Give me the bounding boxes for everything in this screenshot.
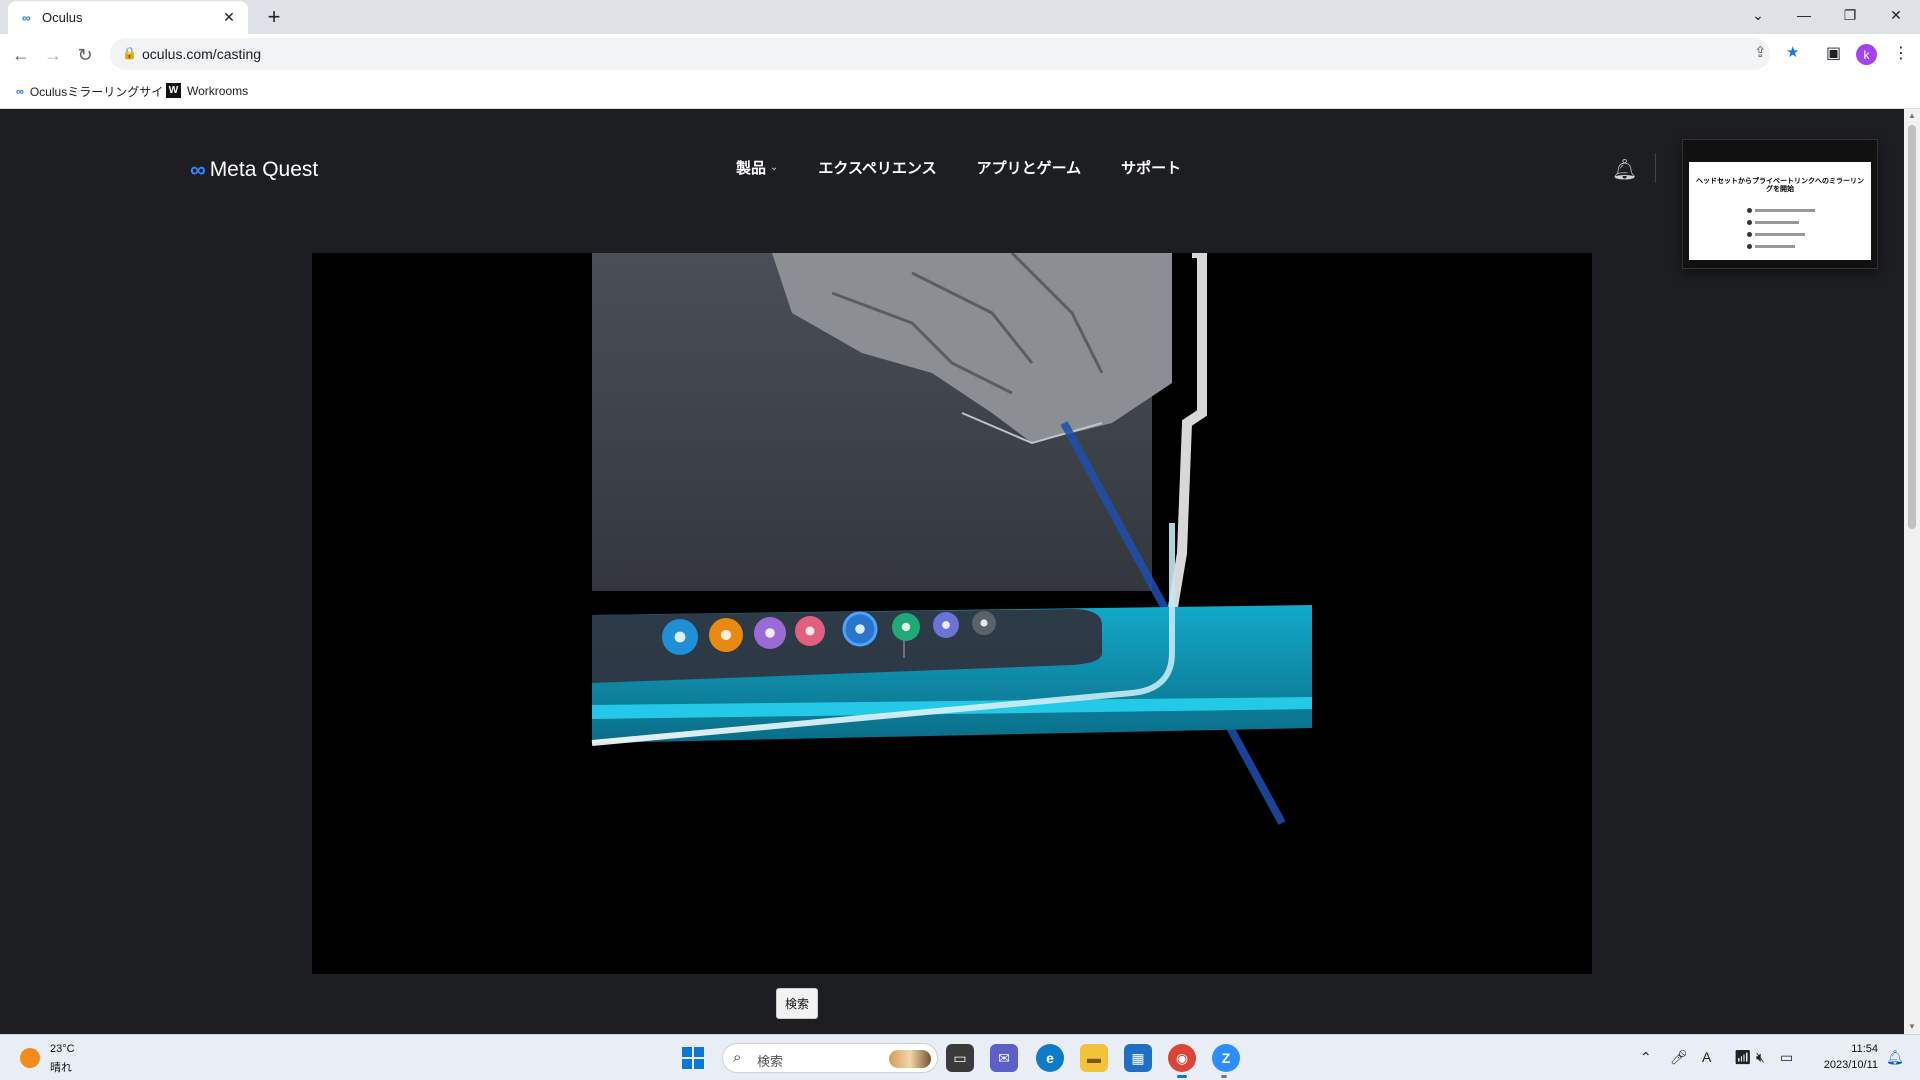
main-nav: 製品 ⌄ エクスペリエンス アプリとゲーム サポート <box>736 157 1181 178</box>
store-icon-glyph <box>674 631 686 643</box>
meta-icon: ∞ <box>16 85 24 98</box>
tab-strip: ∞ Oculus ✕ + ⌄ — ❐ ✕ <box>0 0 1920 34</box>
search-placeholder: 検索 <box>757 1054 784 1069</box>
vr-cast-video <box>312 253 1592 974</box>
logo-text: Meta Quest <box>209 158 319 181</box>
nav-label: アプリとゲーム <box>976 160 1082 177</box>
microphone-icon[interactable]: 🎤︎ <box>1670 1049 1688 1066</box>
meta-icon: ∞ <box>22 10 31 25</box>
url-text[interactable]: oculus.com/casting <box>142 46 261 62</box>
notification-bell-icon[interactable]: 🔔︎ <box>1612 157 1637 182</box>
bookmark-star-icon[interactable]: ★ <box>1786 43 1799 61</box>
task-view-icon[interactable]: ▭ <box>946 1044 974 1072</box>
preview-line <box>1755 233 1805 236</box>
preview-line <box>1755 245 1795 248</box>
tab-search-chevron-icon[interactable]: ⌄ <box>1736 0 1780 30</box>
quest-app-icon-glyph <box>942 621 950 629</box>
search-highlight-icon <box>889 1050 931 1068</box>
bookmark-oculus-mirroring[interactable]: ∞ Oculusミラーリングサイト <box>16 83 175 100</box>
speaker-muted-icon[interactable]: 🔇︎ <box>1756 1049 1765 1066</box>
close-tab-icon[interactable]: ✕ <box>220 9 238 26</box>
forward-arrow-icon[interactable]: → <box>40 42 66 68</box>
profile-avatar[interactable]: k <box>1856 44 1877 65</box>
nav-products[interactable]: 製品 ⌄ <box>736 157 778 178</box>
file-explorer-icon[interactable]: ▬ <box>1080 1044 1108 1072</box>
scroll-thumb[interactable] <box>1908 125 1916 529</box>
ime-indicator[interactable]: A <box>1702 1049 1711 1065</box>
bookmark-label: Oculusミラーリングサイト <box>29 85 176 99</box>
record-icon-glyph <box>901 622 911 632</box>
windows-start-icon[interactable] <box>682 1047 704 1069</box>
casting-page: ∞ Meta Quest 製品 ⌄ エクスペリエンス アプリとゲーム サポート … <box>0 109 1904 1034</box>
nav-label: エクスペリエンス <box>818 160 937 177</box>
browser-toolbar: ← → ↻ 🔒 oculus.com/casting ⇪ ★ ▣ k ⋮ <box>0 34 1920 75</box>
page-scrollbar[interactable]: ▲ ▼ <box>1904 109 1920 1034</box>
scroll-down-arrow-icon[interactable]: ▼ <box>1904 1020 1920 1034</box>
reload-icon[interactable]: ↻ <box>72 42 98 68</box>
tray-overflow-chevron-icon[interactable]: ⌃ <box>1640 1049 1652 1066</box>
tab-title: Oculus <box>42 10 83 25</box>
game-app-icon-glyph <box>855 624 865 634</box>
app-grid-icon-glyph <box>980 619 988 627</box>
wifi-icon[interactable]: 📶︎ <box>1734 1049 1752 1066</box>
restore-button[interactable]: ❐ <box>1828 0 1872 30</box>
preview-bullet <box>1747 232 1752 237</box>
lock-icon: 🔒 <box>122 46 137 60</box>
teams-chat-icon[interactable]: ✉ <box>990 1044 1018 1072</box>
menu-kebab-icon[interactable]: ⋮ <box>1893 43 1909 63</box>
share-icon[interactable]: ⇪ <box>1754 43 1767 61</box>
bookmark-workrooms[interactable]: W Workrooms <box>166 83 248 98</box>
preview-title: ヘッドセットからプライベートリンクへのミラーリングを開始 <box>1696 178 1864 194</box>
chevron-down-icon: ⌄ <box>770 162 779 173</box>
shop-bag-icon-glyph <box>720 629 732 641</box>
microsoft-store-icon[interactable]: ▦ <box>1124 1044 1152 1072</box>
workrooms-icon: W <box>166 83 181 98</box>
preview-line <box>1755 209 1815 212</box>
window-preview-thumbnail[interactable]: ヘッドセットからプライベートリンクへのミラーリングを開始 <box>1682 139 1878 269</box>
nav-label: 製品 <box>736 160 767 177</box>
side-panel-icon[interactable]: ▣ <box>1826 43 1841 63</box>
weather-temperature[interactable]: 23°C <box>50 1043 75 1055</box>
taskbar: 23°C 晴れ ⌕ 検索 ▭ ✉ e ▬ ▦ ◉ Z ⌃ 🎤︎ A 📶︎ 🔇︎ … <box>0 1034 1920 1080</box>
preview-bullet <box>1747 208 1752 213</box>
weather-description[interactable]: 晴れ <box>50 1059 72 1075</box>
search-icon: ⌕ <box>733 1049 742 1066</box>
preview-bullet <box>1747 244 1752 249</box>
people-icon-glyph <box>765 628 775 638</box>
zoom-icon[interactable]: Z <box>1212 1044 1240 1072</box>
camera-icon-glyph <box>805 626 815 636</box>
bookmark-label: Workrooms <box>187 83 249 98</box>
browser-tab[interactable]: ∞ Oculus ✕ <box>8 1 248 34</box>
nav-experiences[interactable]: エクスペリエンス <box>818 157 936 178</box>
meta-quest-logo[interactable]: ∞ Meta Quest <box>190 157 318 183</box>
new-tab-button[interactable]: + <box>260 4 288 30</box>
nav-apps-games[interactable]: アプリとゲーム <box>977 157 1082 178</box>
back-arrow-icon[interactable]: ← <box>8 42 34 68</box>
preview-line <box>1755 221 1799 224</box>
meta-logo-icon: ∞ <box>190 157 206 182</box>
search-tooltip: 検索 <box>776 988 819 1019</box>
vr-scene <box>591 253 1312 825</box>
nav-label: サポート <box>1121 160 1182 177</box>
chrome-active-indicator <box>1177 1075 1187 1078</box>
close-window-button[interactable]: ✕ <box>1874 0 1918 30</box>
preview-page: ヘッドセットからプライベートリンクへのミラーリングを開始 <box>1689 162 1871 260</box>
address-bar[interactable]: 🔒 oculus.com/casting ⇪ ★ <box>110 38 1799 70</box>
minimize-button[interactable]: — <box>1782 0 1826 30</box>
zoom-running-indicator <box>1221 1075 1227 1078</box>
chrome-icon[interactable]: ◉ <box>1168 1044 1196 1072</box>
header-divider <box>1655 153 1656 183</box>
clock-time[interactable]: 11:54 <box>1812 1043 1878 1055</box>
bookmarks-bar: ∞ Oculusミラーリングサイト W Workrooms <box>0 75 1920 109</box>
clock-date[interactable]: 2023/10/11 <box>1812 1059 1878 1071</box>
edge-browser-icon[interactable]: e <box>1036 1044 1064 1072</box>
taskbar-search[interactable]: ⌕ 検索 <box>722 1043 938 1073</box>
nav-support[interactable]: サポート <box>1121 157 1181 178</box>
preview-bullet <box>1747 220 1752 225</box>
notification-icon[interactable]: 🔔︎ <box>1886 1049 1904 1066</box>
weather-sun-icon[interactable] <box>20 1048 40 1068</box>
battery-icon[interactable]: ▭ <box>1780 1049 1793 1066</box>
scroll-up-arrow-icon[interactable]: ▲ <box>1904 109 1920 123</box>
